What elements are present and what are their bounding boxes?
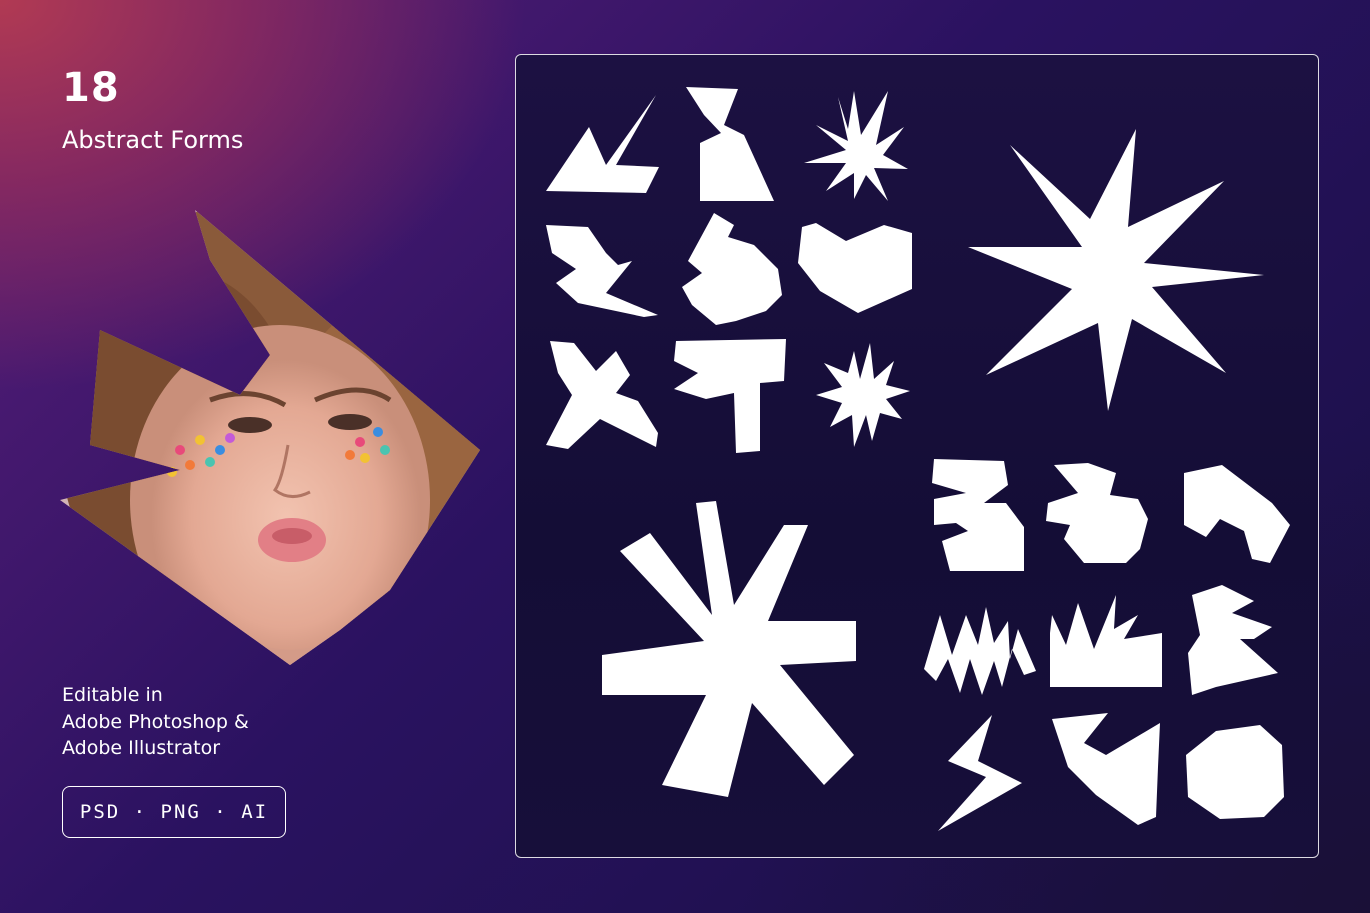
heart-block-shape xyxy=(798,223,912,313)
zigzag-shape xyxy=(924,607,1036,695)
crown-shape xyxy=(1050,595,1162,687)
file-formats-label: PSD · PNG · AI xyxy=(79,801,269,823)
arrow-shape xyxy=(546,95,659,193)
file-formats-badge: PSD · PNG · AI xyxy=(62,786,286,838)
starburst-small-shape xyxy=(816,343,910,447)
g-block-shape xyxy=(1184,465,1290,563)
shapes-panel xyxy=(515,54,1319,858)
editable-line-2: Adobe Photoshop & xyxy=(62,710,249,733)
editable-line-3: Adobe Illustrator xyxy=(62,737,221,759)
octagon-shape xyxy=(1186,725,1284,819)
star-large-shape xyxy=(968,129,1264,411)
asterisk-large-shape xyxy=(602,501,856,797)
lightning-shape xyxy=(938,715,1022,831)
bolt-block-shape xyxy=(686,87,774,201)
page-title: Abstract Forms xyxy=(62,126,244,154)
asterisk-small-shape xyxy=(804,91,908,201)
block-stack-shape xyxy=(682,213,782,325)
s-block-shape xyxy=(1046,463,1148,563)
tbar-shape xyxy=(674,339,786,453)
e-block-shape xyxy=(1188,585,1278,695)
triangle-block-shape xyxy=(1052,713,1160,825)
bird-shape xyxy=(546,225,658,317)
masked-portrait-photo xyxy=(60,210,490,670)
x-block-shape xyxy=(546,341,658,449)
z-block-shape xyxy=(932,459,1024,571)
editable-info: Editable in Adobe Photoshop & Adobe Illu… xyxy=(62,682,249,762)
count-heading: 18 xyxy=(62,65,120,111)
editable-line-1: Editable in xyxy=(62,684,163,706)
